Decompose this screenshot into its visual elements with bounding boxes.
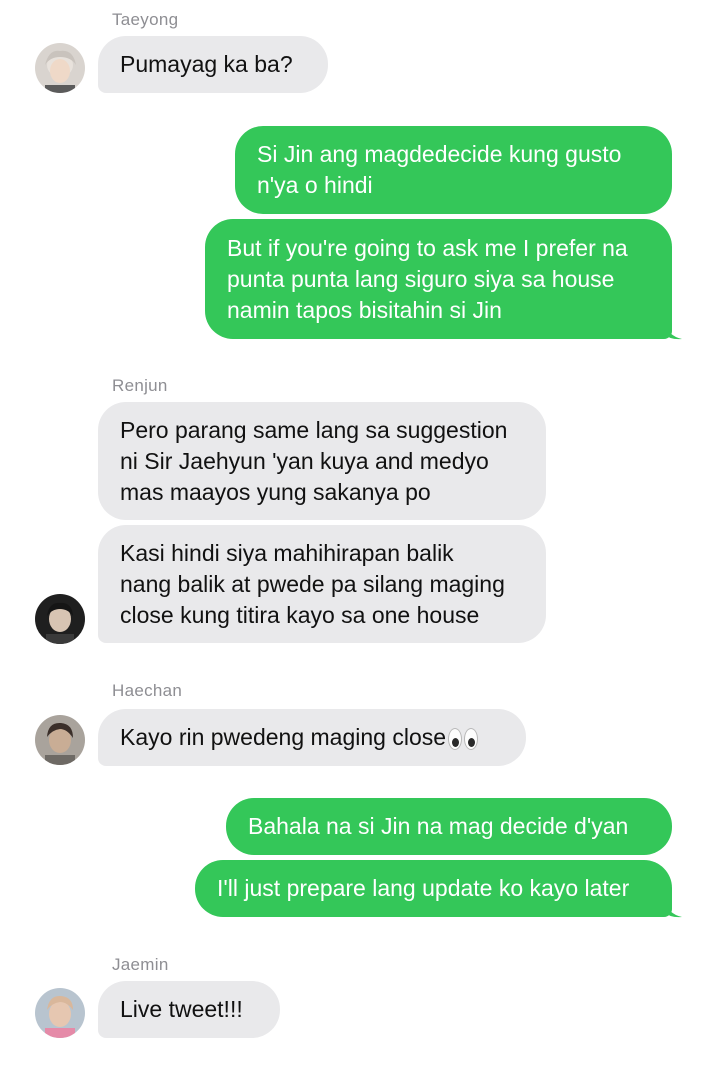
avatar-renjun-image	[35, 594, 85, 644]
message-bubble-outgoing-2[interactable]: But if you're going to ask me I prefer n…	[205, 219, 672, 339]
message-text-line: Kasi hindi siya mahihirapan balik	[120, 539, 454, 566]
message-bubble-haechan[interactable]: Kayo rin pwedeng maging close	[98, 709, 526, 766]
bubble-tail-outgoing	[664, 900, 682, 918]
message-text: Kayo rin pwedeng maging close	[120, 722, 504, 753]
sender-name-renjun: Renjun	[112, 376, 168, 395]
message-text-line: ni Sir Jaehyun 'yan kuya and medyo	[120, 447, 489, 474]
message-bubble-outgoing-4[interactable]: I'll just prepare lang update ko kayo la…	[195, 860, 672, 917]
message-text-line: n'ya o hindi	[257, 172, 373, 198]
bubble-tail-outgoing	[664, 322, 682, 340]
message-text: Live tweet!!!	[120, 996, 243, 1022]
message-text: Pumayag ka ba?	[120, 51, 293, 77]
avatar-haechan-image	[35, 715, 85, 765]
message-bubble-renjun-1[interactable]: Pero parang same lang sa suggestion ni S…	[98, 402, 546, 520]
avatar-taeyong[interactable]	[35, 43, 85, 93]
sender-name-haechan: Haechan	[112, 681, 183, 700]
message-text-line: mas maayos yung sakanya po	[120, 478, 431, 505]
message-bubble-jaemin[interactable]: Live tweet!!!	[98, 981, 280, 1038]
avatar-haechan[interactable]	[35, 715, 85, 765]
message-text-content: Kayo rin pwedeng maging close	[120, 724, 447, 750]
message-text-line: namin tapos bisitahin si Jin	[227, 296, 502, 323]
message-text-line: Pero parang same lang sa suggestion	[120, 416, 508, 443]
message-bubble-outgoing-3[interactable]: Bahala na si Jin na mag decide d'yan	[226, 798, 672, 855]
message-bubble-outgoing-1[interactable]: Si Jin ang magdedecide kung gusto n'ya o…	[235, 126, 672, 214]
message-bubble-taeyong[interactable]: Pumayag ka ba?	[98, 36, 328, 93]
avatar-renjun[interactable]	[35, 594, 85, 644]
sender-name-jaemin: Jaemin	[112, 955, 169, 974]
avatar-jaemin[interactable]	[35, 988, 85, 1038]
message-text-line: nang balik at pwede pa silang maging	[120, 570, 505, 597]
sender-name-taeyong: Taeyong	[112, 10, 179, 29]
avatar-taeyong-image	[35, 43, 85, 93]
message-text-line: But if you're going to ask me I prefer n…	[227, 234, 628, 261]
message-bubble-renjun-2[interactable]: Kasi hindi siya mahihirapan balik nang b…	[98, 525, 546, 643]
avatar-jaemin-image	[35, 988, 85, 1038]
message-text: Bahala na si Jin na mag decide d'yan	[248, 813, 629, 839]
message-text-line: Si Jin ang magdedecide kung gusto	[257, 141, 622, 167]
eyes-emoji-icon	[448, 727, 479, 750]
message-text-line: punta punta lang siguro siya sa house	[227, 265, 615, 292]
message-text: I'll just prepare lang update ko kayo la…	[217, 875, 630, 901]
message-text-line: close kung titira kayo sa one house	[120, 601, 480, 628]
